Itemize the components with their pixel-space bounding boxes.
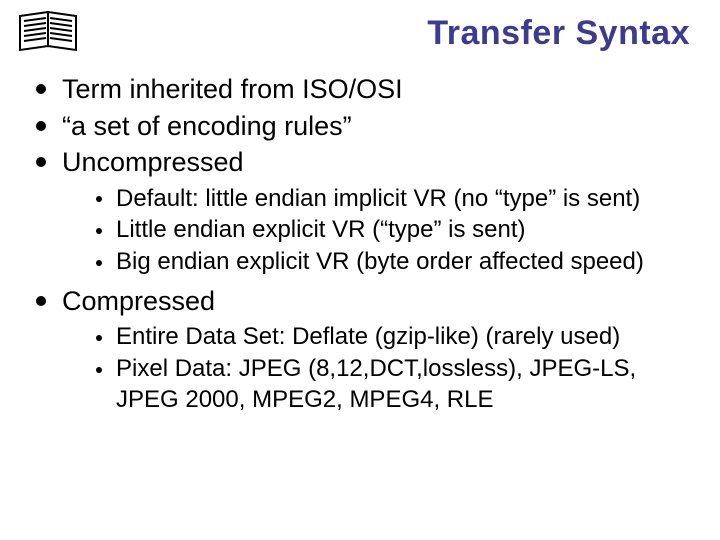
slide: Transfer Syntax Term inherited from ISO/… bbox=[0, 0, 720, 540]
bullet-item: “a set of encoding rules” bbox=[30, 109, 694, 144]
slide-title: Transfer Syntax bbox=[427, 14, 690, 53]
sub-bullet-item: Pixel Data: JPEG (8,12,DCT,lossless), JP… bbox=[96, 354, 694, 415]
slide-body: Term inherited from ISO/OSI “a set of en… bbox=[30, 72, 694, 422]
bullet-item: Term inherited from ISO/OSI bbox=[30, 72, 694, 107]
bullet-item: Uncompressed Default: little endian impl… bbox=[30, 145, 694, 278]
bullet-list: Term inherited from ISO/OSI “a set of en… bbox=[30, 72, 694, 416]
sub-bullet-item: Little endian explicit VR (“type” is sen… bbox=[96, 215, 694, 246]
bullet-text: Uncompressed bbox=[62, 147, 244, 177]
sub-bullet-item: Default: little endian implicit VR (no “… bbox=[96, 184, 694, 215]
sub-bullet-list: Default: little endian implicit VR (no “… bbox=[96, 184, 694, 278]
bullet-text: Compressed bbox=[62, 286, 215, 316]
sub-bullet-item: Big endian explicit VR (byte order affec… bbox=[96, 247, 694, 278]
book-icon bbox=[18, 10, 80, 59]
bullet-item: Compressed Entire Data Set: Deflate (gzi… bbox=[30, 284, 694, 416]
sub-bullet-list: Entire Data Set: Deflate (gzip-like) (ra… bbox=[96, 322, 694, 415]
sub-bullet-item: Entire Data Set: Deflate (gzip-like) (ra… bbox=[96, 322, 694, 353]
